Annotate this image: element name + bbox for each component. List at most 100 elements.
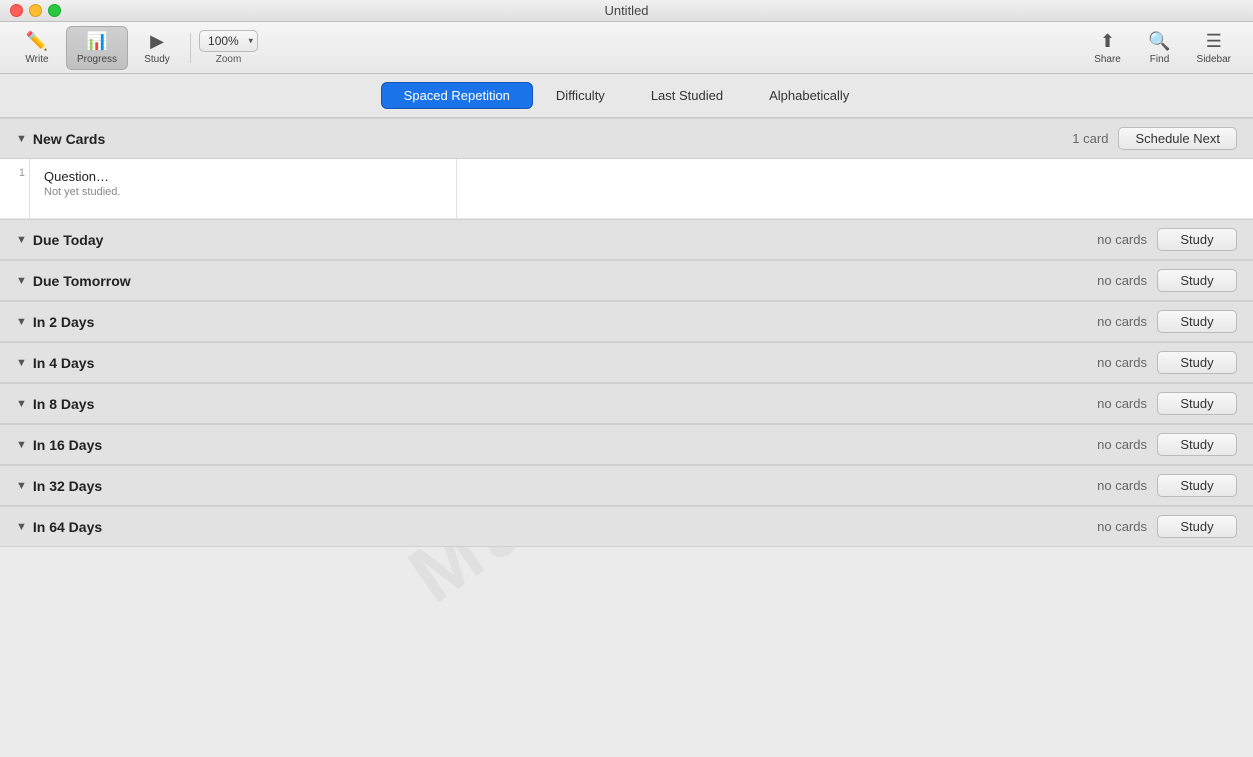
new-cards-count: 1 card	[1072, 131, 1108, 146]
in-16-days-count: no cards	[1097, 437, 1147, 452]
share-button[interactable]: ⬆ Share	[1083, 27, 1133, 69]
due-today-chevron-icon[interactable]: ▼	[16, 234, 27, 246]
in-2-days-count: no cards	[1097, 314, 1147, 329]
table-row[interactable]: 1 Question… Not yet studied.	[0, 159, 1253, 219]
in-64-days-title: In 64 Days	[33, 519, 102, 535]
zoom-label: Zoom	[216, 54, 242, 65]
in-8-days-count: no cards	[1097, 396, 1147, 411]
tab-difficulty[interactable]: Difficulty	[533, 82, 628, 109]
in-16-days-study-button[interactable]: Study	[1157, 433, 1237, 456]
new-cards-list: 1 Question… Not yet studied.	[0, 159, 1253, 219]
in-32-days-chevron-icon[interactable]: ▼	[16, 480, 27, 492]
section-due-tomorrow-right: no cards Study	[1097, 269, 1237, 292]
study-toolbar-button[interactable]: ▶ Study	[132, 27, 182, 69]
section-in-8-days-left: ▼ In 8 Days	[16, 396, 94, 412]
section-in-16-days-left: ▼ In 16 Days	[16, 437, 102, 453]
zoom-container: 100% 75% 125% 150% ▾ Zoom	[199, 30, 258, 65]
sidebar-button[interactable]: ☰ Sidebar	[1187, 27, 1241, 69]
write-label: Write	[25, 54, 48, 65]
section-in-32-days-right: no cards Study	[1097, 474, 1237, 497]
section-in-8-days-right: no cards Study	[1097, 392, 1237, 415]
toolbar-left: ✏️ Write 📊 Progress ▶ Study 100% 75% 125…	[12, 26, 258, 70]
due-tomorrow-chevron-icon[interactable]: ▼	[16, 275, 27, 287]
in-16-days-title: In 16 Days	[33, 437, 102, 453]
in-64-days-count: no cards	[1097, 519, 1147, 534]
section-in-32-days-left: ▼ In 32 Days	[16, 478, 102, 494]
section-in-8-days-header: ▼ In 8 Days no cards Study	[0, 383, 1253, 424]
in-8-days-title: In 8 Days	[33, 396, 94, 412]
section-due-tomorrow-header: ▼ Due Tomorrow no cards Study	[0, 260, 1253, 301]
new-cards-chevron-icon[interactable]: ▼	[16, 133, 27, 145]
card-preview	[456, 159, 1253, 218]
section-in-4-days-right: no cards Study	[1097, 351, 1237, 374]
in-2-days-title: In 2 Days	[33, 314, 94, 330]
in-8-days-chevron-icon[interactable]: ▼	[16, 398, 27, 410]
in-64-days-study-button[interactable]: Study	[1157, 515, 1237, 538]
in-4-days-chevron-icon[interactable]: ▼	[16, 357, 27, 369]
section-due-today-right: no cards Study	[1097, 228, 1237, 251]
in-4-days-study-button[interactable]: Study	[1157, 351, 1237, 374]
in-32-days-count: no cards	[1097, 478, 1147, 493]
due-today-study-button[interactable]: Study	[1157, 228, 1237, 251]
due-today-count: no cards	[1097, 232, 1147, 247]
tab-alphabetically[interactable]: Alphabetically	[746, 82, 872, 109]
write-button[interactable]: ✏️ Write	[12, 27, 62, 69]
section-in-4-days-left: ▼ In 4 Days	[16, 355, 94, 371]
section-in-2-days-header: ▼ In 2 Days no cards Study	[0, 301, 1253, 342]
find-button[interactable]: 🔍 Find	[1135, 27, 1185, 69]
section-due-today-header: ▼ Due Today no cards Study	[0, 219, 1253, 260]
share-icon: ⬆	[1100, 31, 1115, 52]
in-32-days-title: In 32 Days	[33, 478, 102, 494]
toolbar-right: ⬆ Share 🔍 Find ☰ Sidebar	[1083, 27, 1241, 69]
progress-icon: 📊	[86, 31, 108, 52]
section-due-tomorrow-left: ▼ Due Tomorrow	[16, 273, 131, 289]
section-new-cards-right: 1 card Schedule Next	[1072, 127, 1237, 150]
close-button[interactable]	[10, 4, 23, 17]
titlebar: Untitled	[0, 0, 1253, 22]
schedule-next-button[interactable]: Schedule Next	[1118, 127, 1237, 150]
study-icon: ▶	[150, 31, 164, 52]
zoom-select[interactable]: 100% 75% 125% 150%	[199, 30, 258, 52]
toolbar: ✏️ Write 📊 Progress ▶ Study 100% 75% 125…	[0, 22, 1253, 74]
card-number: 1	[0, 159, 30, 218]
card-content: Question… Not yet studied.	[30, 159, 456, 218]
section-new-cards-header: ▼ New Cards 1 card Schedule Next	[0, 118, 1253, 159]
minimize-button[interactable]	[29, 4, 42, 17]
toolbar-separator-1	[190, 33, 191, 63]
in-4-days-count: no cards	[1097, 355, 1147, 370]
in-64-days-chevron-icon[interactable]: ▼	[16, 521, 27, 533]
section-in-16-days-header: ▼ In 16 Days no cards Study	[0, 424, 1253, 465]
in-32-days-study-button[interactable]: Study	[1157, 474, 1237, 497]
section-in-2-days-right: no cards Study	[1097, 310, 1237, 333]
zoom-wrapper: 100% 75% 125% 150% ▾	[199, 30, 258, 52]
new-cards-title: New Cards	[33, 131, 105, 147]
sidebar-icon: ☰	[1206, 31, 1222, 52]
section-in-4-days-header: ▼ In 4 Days no cards Study	[0, 342, 1253, 383]
share-label: Share	[1094, 54, 1121, 65]
section-due-today-left: ▼ Due Today	[16, 232, 103, 248]
progress-label: Progress	[77, 54, 117, 65]
section-in-64-days-left: ▼ In 64 Days	[16, 519, 102, 535]
in-8-days-study-button[interactable]: Study	[1157, 392, 1237, 415]
in-2-days-chevron-icon[interactable]: ▼	[16, 316, 27, 328]
tab-spaced-repetition[interactable]: Spaced Repetition	[381, 82, 533, 109]
section-in-64-days-header: ▼ In 64 Days no cards Study	[0, 506, 1253, 547]
section-new-cards-left: ▼ New Cards	[16, 131, 105, 147]
due-tomorrow-title: Due Tomorrow	[33, 273, 131, 289]
window-title: Untitled	[604, 3, 648, 18]
card-status: Not yet studied.	[44, 186, 442, 198]
find-icon: 🔍	[1148, 31, 1170, 52]
due-tomorrow-count: no cards	[1097, 273, 1147, 288]
tab-last-studied[interactable]: Last Studied	[628, 82, 746, 109]
main-content: MacStories ▼ New Cards 1 card Schedule N…	[0, 118, 1253, 757]
due-today-title: Due Today	[33, 232, 104, 248]
progress-button[interactable]: 📊 Progress	[66, 26, 128, 70]
due-tomorrow-study-button[interactable]: Study	[1157, 269, 1237, 292]
in-2-days-study-button[interactable]: Study	[1157, 310, 1237, 333]
card-question: Question…	[44, 169, 442, 184]
maximize-button[interactable]	[48, 4, 61, 17]
in-16-days-chevron-icon[interactable]: ▼	[16, 439, 27, 451]
find-label: Find	[1150, 54, 1169, 65]
in-4-days-title: In 4 Days	[33, 355, 94, 371]
section-in-64-days-right: no cards Study	[1097, 515, 1237, 538]
